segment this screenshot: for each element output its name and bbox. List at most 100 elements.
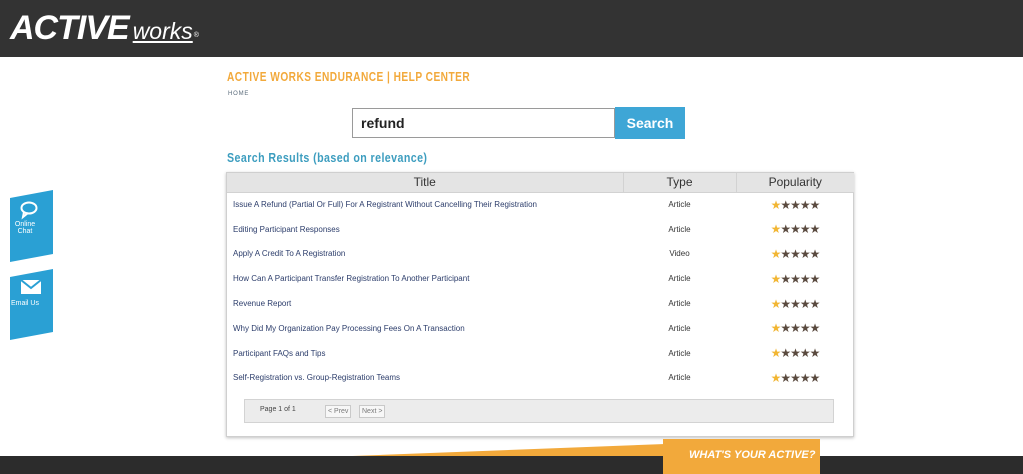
star-rating: ★★★★★	[770, 197, 821, 212]
star-icon: ★	[780, 321, 791, 336]
star-icon: ★	[770, 370, 782, 385]
search-button[interactable]: Search	[615, 107, 685, 139]
email-us-tab[interactable]: Email Us	[10, 269, 53, 340]
popularity-rating: ★★★★★	[736, 192, 854, 217]
star-icon: ★	[780, 246, 791, 261]
star-icon: ★	[780, 222, 791, 237]
result-title-cell: Why Did My Organization Pay Processing F…	[227, 316, 623, 341]
column-header-title[interactable]: Title	[227, 173, 624, 193]
star-icon: ★	[770, 346, 782, 361]
result-type: Article	[668, 200, 691, 210]
star-icon: ★	[799, 296, 811, 311]
star-icon: ★	[790, 246, 801, 261]
results-body: Issue A Refund (Partial Or Full) For A R…	[227, 192, 854, 390]
star-rating: ★★★★★	[770, 296, 821, 311]
result-title-link[interactable]: Editing Participant Responses	[233, 225, 340, 234]
footer-tagline: WHAT'S YOUR ACTIVE?	[663, 439, 820, 474]
result-title-link[interactable]: Revenue Report	[233, 299, 291, 308]
star-icon: ★	[790, 321, 801, 336]
star-icon: ★	[799, 370, 811, 385]
email-us-label: Email Us	[10, 300, 39, 307]
column-header-popularity[interactable]: Popularity	[736, 173, 854, 193]
table-row[interactable]: Editing Participant Responses Article ★★★★…	[227, 217, 854, 242]
result-title-cell: Participant FAQs and Tips	[227, 341, 623, 366]
star-icon: ★	[799, 346, 811, 361]
star-icon: ★	[770, 246, 782, 261]
star-icon: ★	[799, 321, 811, 336]
star-icon: ★	[780, 370, 791, 385]
star-icon: ★	[790, 370, 801, 385]
prev-page-button[interactable]: < Prev	[325, 405, 352, 418]
popularity-rating: ★★★★★	[736, 217, 854, 242]
table-row[interactable]: Apply A Credit To A Registration Video ★★★…	[227, 242, 854, 267]
result-title-link[interactable]: Participant FAQs and Tips	[233, 349, 326, 358]
star-icon: ★	[790, 271, 801, 286]
star-icon: ★	[809, 271, 821, 286]
result-title-cell: Self-Registration vs. Group-Registration…	[227, 366, 623, 391]
star-icon: ★	[809, 222, 821, 237]
star-icon: ★	[780, 271, 791, 286]
table-row[interactable]: Revenue Report Article ★★★★★	[227, 291, 854, 316]
popularity-rating: ★★★★★	[736, 291, 854, 316]
online-chat-label: Online Chat	[14, 221, 36, 235]
breadcrumb-home[interactable]: HOME	[228, 91, 249, 97]
star-rating: ★★★★★	[770, 346, 821, 361]
star-icon: ★	[770, 321, 782, 336]
logo-works-text: works	[132, 18, 193, 44]
star-rating: ★★★★★	[770, 370, 821, 385]
star-rating: ★★★★★	[770, 321, 821, 336]
column-header-type[interactable]: Type	[623, 173, 737, 193]
result-title-cell: Issue A Refund (Partial Or Full) For A R…	[227, 192, 623, 217]
table-row[interactable]: Why Did My Organization Pay Processing F…	[227, 316, 854, 341]
search-input[interactable]	[352, 108, 615, 138]
result-type: Article	[668, 348, 691, 358]
star-icon: ★	[770, 296, 782, 311]
results-heading: Search Results (based on relevance)	[227, 150, 428, 165]
site-title: ACTIVE WORKS ENDURANCE | HELP CENTER	[227, 69, 471, 84]
result-type: Article	[668, 274, 691, 284]
activeworks-logo[interactable]: ACTIVE works ®	[10, 10, 199, 46]
star-icon: ★	[780, 197, 791, 212]
star-icon: ★	[790, 222, 801, 237]
star-icon: ★	[790, 346, 801, 361]
star-icon: ★	[799, 271, 811, 286]
result-title-link[interactable]: How Can A Participant Transfer Registrat…	[233, 274, 469, 283]
popularity-rating: ★★★★★	[736, 366, 854, 391]
result-type: Article	[668, 323, 691, 333]
star-icon: ★	[780, 296, 791, 311]
star-icon: ★	[770, 271, 782, 286]
result-title-link[interactable]: Issue A Refund (Partial Or Full) For A R…	[233, 200, 537, 209]
result-title-cell: Revenue Report	[227, 291, 623, 316]
star-icon: ★	[770, 197, 782, 212]
table-row[interactable]: How Can A Participant Transfer Registrat…	[227, 266, 854, 291]
results-panel: Title Type Popularity Issue A Refund (Pa…	[226, 172, 854, 437]
pager-info: Page 1 of 1	[260, 406, 296, 413]
result-type: Article	[668, 224, 691, 234]
footer	[0, 456, 1023, 474]
popularity-rating: ★★★★★	[736, 341, 854, 366]
online-chat-tab[interactable]: Online Chat	[10, 190, 53, 262]
result-type: Article	[668, 299, 691, 309]
table-header-row: Title Type Popularity	[227, 173, 854, 193]
table-row[interactable]: Issue A Refund (Partial Or Full) For A R…	[227, 192, 854, 217]
result-title-link[interactable]: Why Did My Organization Pay Processing F…	[233, 324, 465, 333]
result-title-cell: Apply A Credit To A Registration	[227, 242, 623, 267]
star-icon: ★	[799, 246, 811, 261]
result-title-cell: Editing Participant Responses	[227, 217, 623, 242]
star-icon: ★	[809, 296, 821, 311]
star-icon: ★	[809, 321, 821, 336]
chat-bubble-icon	[20, 200, 40, 220]
top-bar: ACTIVE works ®	[0, 0, 1023, 57]
popularity-rating: ★★★★★	[736, 242, 854, 267]
result-title-cell: How Can A Participant Transfer Registrat…	[227, 266, 623, 291]
pager: Page 1 of 1 < Prev Next >	[244, 399, 834, 423]
result-title-link[interactable]: Self-Registration vs. Group-Registration…	[233, 373, 400, 382]
table-row[interactable]: Self-Registration vs. Group-Registration…	[227, 366, 854, 391]
next-page-button[interactable]: Next >	[359, 405, 386, 418]
result-type: Video	[669, 249, 690, 259]
result-title-link[interactable]: Apply A Credit To A Registration	[233, 249, 345, 258]
star-icon: ★	[809, 197, 821, 212]
table-row[interactable]: Participant FAQs and Tips Article ★★★★★	[227, 341, 854, 366]
star-rating: ★★★★★	[770, 271, 821, 286]
popularity-rating: ★★★★★	[736, 266, 854, 291]
